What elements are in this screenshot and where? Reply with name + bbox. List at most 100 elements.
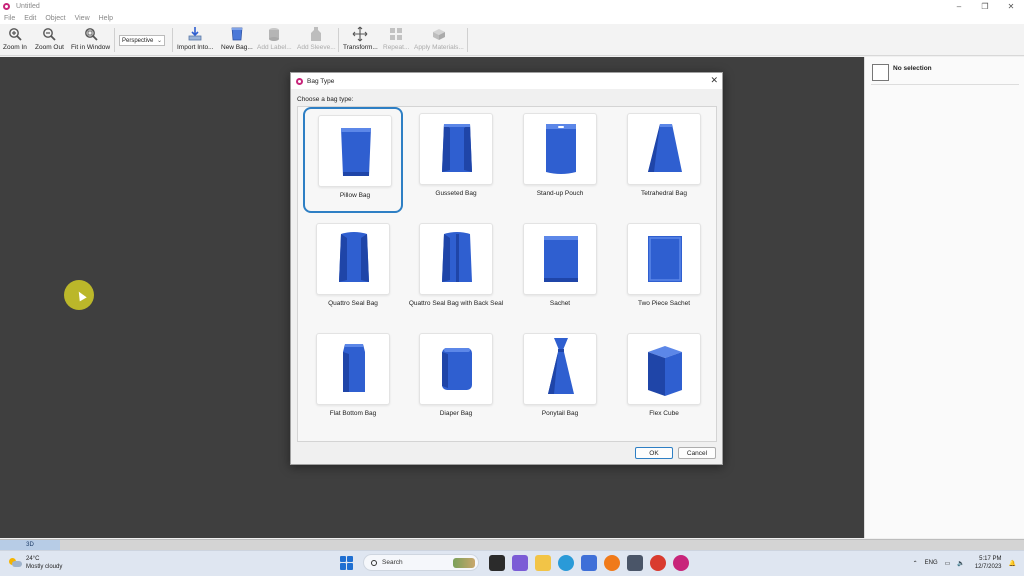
bag-type-label: Flex Cube	[649, 410, 679, 417]
zoom-out-button[interactable]: Zoom Out	[35, 26, 64, 51]
dialog-close-button[interactable]: ✕	[710, 75, 718, 86]
weather-widget[interactable]: 24°C Mostly cloudy	[9, 555, 62, 571]
clock-time: 5:17 PM	[979, 556, 1002, 562]
ponytail-bag-icon	[523, 333, 597, 405]
selection-status: No selection	[893, 65, 932, 72]
menu-help[interactable]: Help	[99, 15, 113, 22]
tab-3d[interactable]: 3D	[0, 540, 60, 550]
window-title: Untitled	[16, 2, 40, 10]
search-placeholder: Search	[382, 559, 403, 566]
close-window-button[interactable]: ✕	[998, 0, 1024, 12]
add-sleeve-icon	[308, 26, 324, 42]
edge-browser-icon[interactable]	[557, 554, 574, 571]
new-bag-button[interactable]: New Bag...	[221, 26, 253, 51]
add-label-button[interactable]: Add Label...	[257, 26, 292, 51]
tetrahedral-bag-icon	[627, 113, 701, 185]
repeat-button[interactable]: Repeat...	[383, 26, 409, 51]
add-label-icon	[266, 26, 282, 42]
import-into-button[interactable]: Import Into...	[177, 26, 214, 51]
new-bag-icon	[229, 26, 245, 42]
bag-type-option[interactable]: Gusseted Bag	[406, 107, 506, 213]
dialog-title: Bag Type	[307, 77, 335, 85]
bag-type-dialog: Bag Type ✕ Choose a bag type: Pillow Bag…	[290, 72, 723, 465]
restore-button[interactable]: ❐	[972, 0, 998, 12]
pillow-bag-icon	[318, 115, 392, 187]
packaging-app-icon[interactable]	[672, 554, 689, 571]
weather-cloud-icon	[9, 558, 22, 568]
file-explorer-icon[interactable]	[534, 554, 551, 571]
menu-view[interactable]: View	[75, 15, 90, 22]
language-indicator[interactable]: ENG	[925, 560, 938, 566]
new-bag-label: New Bag...	[221, 44, 253, 51]
toolbar-divider	[114, 28, 115, 52]
taskbar-search[interactable]: Search	[363, 554, 479, 571]
fit-window-icon	[83, 26, 99, 42]
system-tray: ⌃ ENG ▭ 🔈 5:17 PM 12/7/2023 🔔	[906, 555, 1016, 571]
menu-bar: File Edit Object View Help	[0, 12, 1024, 24]
menu-edit[interactable]: Edit	[24, 15, 36, 22]
import-icon	[187, 26, 203, 42]
selection-swatch	[872, 64, 889, 81]
weather-description: Mostly cloudy	[26, 564, 63, 570]
fit-in-window-label: Fit in Window	[71, 44, 111, 51]
bag-type-option[interactable]: Two Piece Sachet	[614, 217, 714, 323]
fit-in-window-button[interactable]: Fit in Window	[71, 26, 110, 51]
taskbar: 24°C Mostly cloudy Search ⌃ ENG ▭ 🔈 5:17	[0, 550, 1024, 576]
cursor-highlight	[64, 280, 94, 310]
chrome-icon[interactable]	[649, 554, 666, 571]
bag-type-option[interactable]: Ponytail Bag	[510, 327, 610, 433]
view-tab-bar: 3D	[0, 539, 1024, 550]
properties-panel: No selection	[864, 57, 1024, 538]
transform-button[interactable]: Transform...	[343, 26, 378, 51]
bag-type-option[interactable]: Quattro Seal Bag	[303, 217, 403, 323]
add-label-label: Add Label...	[257, 44, 292, 51]
clock-date: 12/7/2023	[974, 564, 1002, 570]
dialog-title-bar: Bag Type ✕	[291, 73, 722, 89]
bag-type-option[interactable]: Tetrahedral Bag	[614, 107, 714, 213]
network-icon[interactable]: ▭	[945, 560, 951, 567]
bag-type-option[interactable]: Stand-up Pouch	[510, 107, 610, 213]
transform-icon	[352, 26, 368, 42]
zoom-in-button[interactable]: Zoom In	[3, 26, 27, 51]
stand-up-pouch-icon	[523, 113, 597, 185]
zoom-in-label: Zoom In	[3, 44, 27, 51]
windows-start-icon[interactable]	[340, 555, 354, 570]
app-logo-icon	[3, 2, 10, 10]
bag-type-option[interactable]: Sachet	[510, 217, 610, 323]
bag-type-option[interactable]: Flat Bottom Bag	[303, 327, 403, 433]
clock[interactable]: 5:17 PM 12/7/2023	[975, 555, 1002, 571]
title-bar: Untitled – ❐ ✕	[0, 0, 1024, 12]
toolbar-divider	[338, 28, 339, 52]
menu-object[interactable]: Object	[45, 15, 65, 22]
bag-type-option[interactable]: Quattro Seal Bag with Back Seal	[406, 217, 506, 323]
zoom-out-icon	[41, 26, 57, 42]
calculator-icon[interactable]	[626, 554, 643, 571]
dialog-app-icon	[296, 77, 303, 85]
transform-label: Transform...	[343, 44, 378, 51]
notification-bell-icon[interactable]: 🔔	[1009, 560, 1016, 567]
toolbar-divider	[172, 28, 173, 52]
flex-cube-icon	[627, 333, 701, 405]
chevron-up-icon[interactable]: ⌃	[913, 560, 918, 567]
sachet-icon	[523, 223, 597, 295]
add-sleeve-button[interactable]: Add Sleeve...	[297, 26, 336, 51]
menu-file[interactable]: File	[4, 15, 15, 22]
microsoft-store-icon[interactable]	[580, 554, 597, 571]
teams-chat-icon[interactable]	[511, 554, 528, 571]
view-mode-select[interactable]: Perspective ⌄	[119, 35, 165, 46]
bag-type-option[interactable]: Flex Cube	[614, 327, 714, 433]
cancel-button[interactable]: Cancel	[678, 447, 716, 459]
volume-icon[interactable]: 🔈	[957, 560, 964, 567]
flat-bottom-bag-icon	[316, 333, 390, 405]
ok-button[interactable]: OK	[635, 447, 673, 459]
apply-materials-button[interactable]: Apply Materials...	[414, 26, 464, 51]
toolbar-divider	[467, 28, 468, 52]
bag-type-option[interactable]: Diaper Bag	[406, 327, 506, 433]
firefox-icon[interactable]	[603, 554, 620, 571]
task-view-icon[interactable]	[488, 554, 505, 571]
bag-type-grid: Pillow Bag Gusseted Bag Stand-up Pouch Tetr…	[297, 106, 717, 442]
gusseted-bag-icon	[419, 113, 493, 185]
bag-type-option[interactable]: Pillow Bag	[303, 107, 403, 213]
mouse-cursor-icon	[75, 289, 87, 302]
minimize-button[interactable]: –	[946, 0, 972, 12]
